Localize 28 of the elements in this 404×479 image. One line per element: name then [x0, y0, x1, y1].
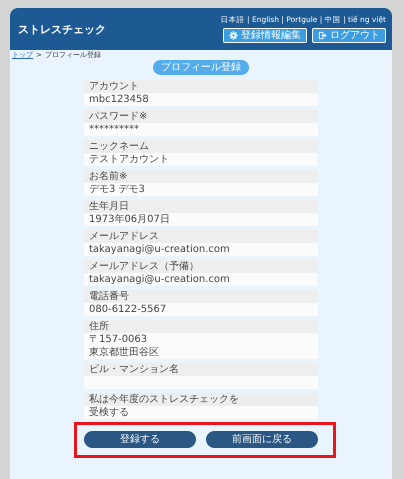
field-value: 1973年06月07日 — [84, 213, 318, 226]
field-value: ********** — [84, 123, 318, 136]
field-value: デモ3 デモ3 — [84, 183, 318, 196]
page-title: プロフィール登録 — [153, 60, 249, 75]
logout-icon — [318, 31, 327, 40]
field-value: takayanagi@u-creation.com — [84, 243, 318, 256]
action-button[interactable]: 前画面に戻る — [206, 431, 318, 448]
site-title: ストレスチェック — [18, 22, 106, 36]
field-label: 私は今年度のストレスチェックを — [84, 393, 318, 406]
field-value: 受検する — [84, 406, 318, 419]
field-label: アカウント — [84, 80, 318, 93]
field-label: 住所 — [84, 320, 318, 333]
field-label: メールアドレス — [84, 230, 318, 243]
field-value: 080-6122-5567 — [84, 303, 318, 316]
field-label: お名前※ — [84, 170, 318, 183]
field-label: パスワード※ — [84, 110, 318, 123]
field-value: 〒157-0063 — [84, 333, 318, 346]
action-button[interactable]: 登録する — [84, 431, 196, 448]
field-value: takayanagi@u-creation.com — [84, 273, 318, 286]
field-label: 電話番号 — [84, 290, 318, 303]
field-label: ニックネーム — [84, 140, 318, 153]
field-value: 東京都世田谷区 — [84, 346, 318, 359]
field-value: mbc123458 — [84, 93, 318, 106]
field-label: メールアドレス（予備） — [84, 260, 318, 273]
gear-icon — [229, 31, 238, 40]
field-label: ビル・マンション名 — [84, 363, 318, 376]
field-label: 生年月日 — [84, 200, 318, 213]
field-value: テストアカウント — [84, 153, 318, 166]
